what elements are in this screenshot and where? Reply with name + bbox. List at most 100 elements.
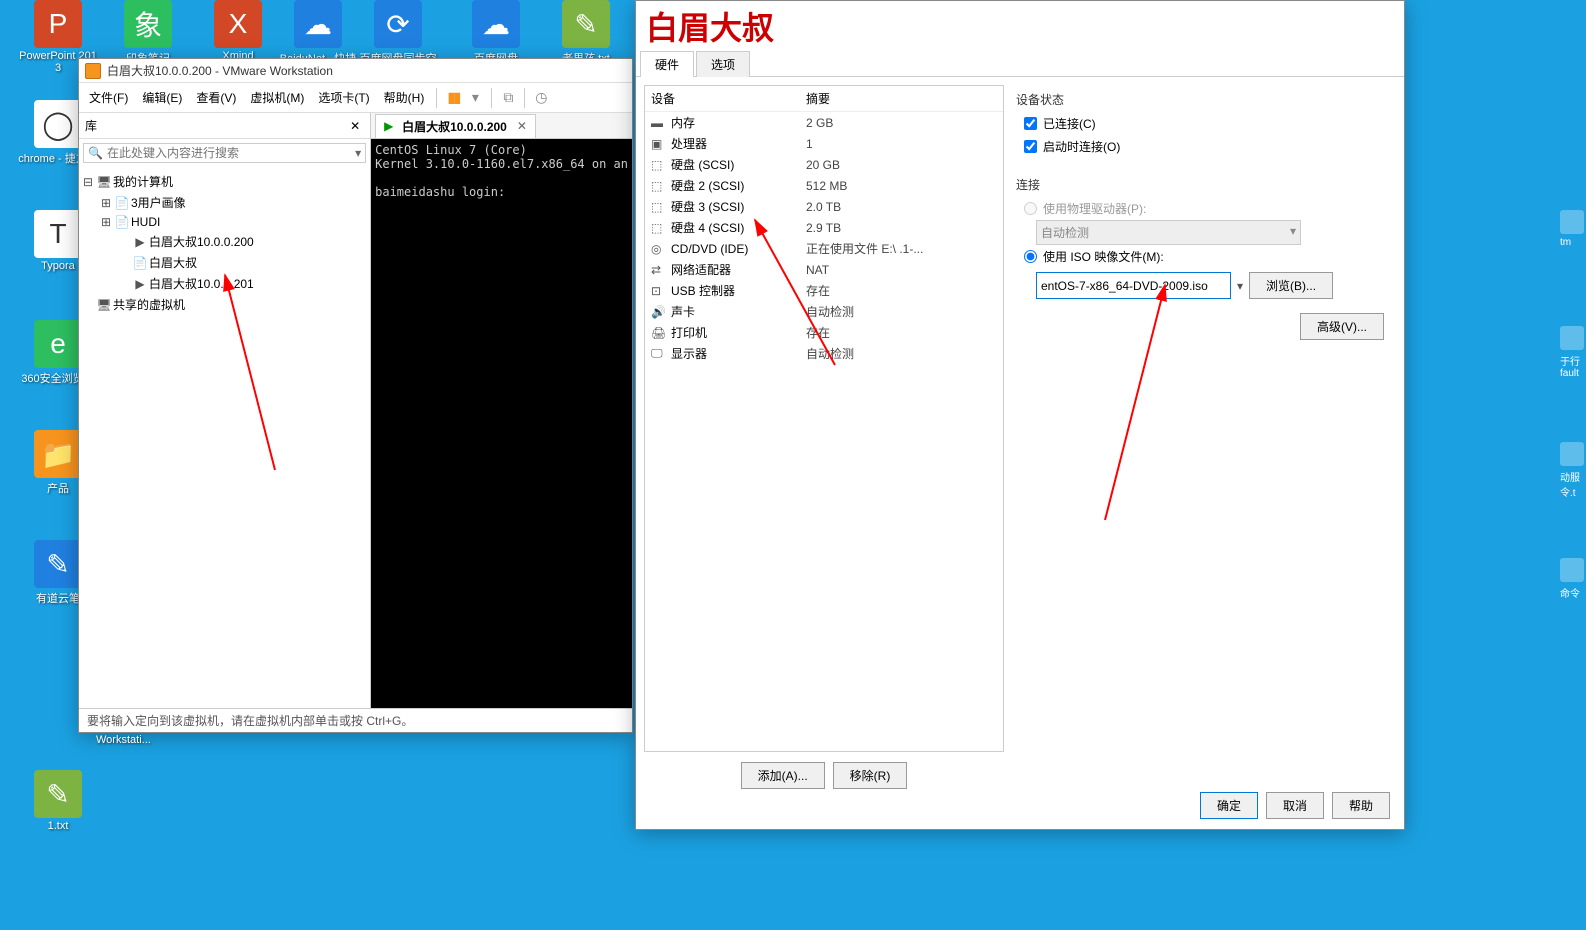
col-summary: 摘要 xyxy=(806,90,997,107)
menu-item[interactable]: 查看(V) xyxy=(190,85,242,110)
vm-tree: ⊟🖥我的计算机⊞📄3用户画像⊞📄HUDI▶白眉大叔10.0.0.200📄白眉大叔… xyxy=(79,167,370,708)
search-input[interactable] xyxy=(107,146,355,160)
app-icon: ◯ xyxy=(34,100,82,148)
advanced-button[interactable]: 高级(V)... xyxy=(1300,313,1384,340)
app-icon: e xyxy=(34,320,82,368)
icon-label: 动服令.t xyxy=(1560,469,1586,499)
device-icon: 🖨 xyxy=(651,326,671,340)
hardware-row[interactable]: 🖵显示器自动检测 xyxy=(645,343,1003,364)
tree-node[interactable]: ⊞📄3用户画像 xyxy=(81,192,368,213)
help-button[interactable]: 帮助 xyxy=(1332,792,1390,819)
menu-item[interactable]: 选项卡(T) xyxy=(312,85,375,110)
menu-item[interactable]: 编辑(E) xyxy=(136,85,188,110)
app-icon: ✎ xyxy=(34,770,82,818)
menu-item[interactable]: 帮助(H) xyxy=(378,85,431,110)
pause-icon[interactable]: ▮▮ xyxy=(443,88,463,108)
physical-drive-label: 使用物理驱动器(P): xyxy=(1043,200,1146,217)
hardware-row[interactable]: 🖨打印机存在 xyxy=(645,322,1003,343)
clipped-desktop-icon[interactable]: 动服令.t xyxy=(1560,442,1586,498)
app-icon: ☁ xyxy=(472,0,520,48)
hardware-row[interactable]: ⇄网络适配器NAT xyxy=(645,259,1003,280)
tree-item-label: 白眉大叔 xyxy=(149,254,197,271)
clipped-desktop-icon[interactable]: 于行fault xyxy=(1560,326,1586,382)
clipped-desktop-icon[interactable]: 命令 xyxy=(1560,558,1586,614)
desktop-icon[interactable]: ✎老男孩.txt xyxy=(546,0,626,66)
device-summary: 1 xyxy=(806,137,997,151)
right-edge-icons: tm 于行fault 动服令.t 命令 xyxy=(1556,0,1586,930)
hardware-row[interactable]: ◎CD/DVD (IDE)正在使用文件 E:\ .1-... xyxy=(645,238,1003,259)
hardware-row[interactable]: ⬚硬盘 3 (SCSI)2.0 TB xyxy=(645,196,1003,217)
device-icon: ⬚ xyxy=(651,221,671,235)
console-output[interactable]: CentOS Linux 7 (Core) Kernel 3.10.0-1160… xyxy=(371,139,632,708)
device-icon: ⬚ xyxy=(651,179,671,193)
chevron-down-icon[interactable]: ▾ xyxy=(1237,279,1243,293)
hardware-row[interactable]: ⊡USB 控制器存在 xyxy=(645,280,1003,301)
tree-item-icon: 🖥 xyxy=(95,298,113,312)
menu-item[interactable]: 虚拟机(M) xyxy=(244,85,310,110)
device-summary: 自动检测 xyxy=(806,303,997,320)
tab-hardware[interactable]: 硬件 xyxy=(640,51,694,77)
titlebar[interactable]: 白眉大叔10.0.0.200 - VMware Workstation xyxy=(79,59,632,83)
tree-node[interactable]: ▶白眉大叔10.0.0.200 xyxy=(81,231,368,252)
connect-at-power-checkbox[interactable] xyxy=(1024,140,1037,153)
hardware-row[interactable]: 🔊声卡自动检测 xyxy=(645,301,1003,322)
snapshot-icon[interactable]: ⧉ xyxy=(498,88,518,108)
library-title: 库 xyxy=(85,117,346,134)
cancel-button[interactable]: 取消 xyxy=(1266,792,1324,819)
hardware-list: 设备 摘要 ▬内存2 GB▣处理器1⬚硬盘 (SCSI)20 GB⬚硬盘 2 (… xyxy=(644,85,1004,752)
desktop-icon[interactable]: ✎1.txt xyxy=(18,770,98,832)
hardware-row[interactable]: ⬚硬盘 2 (SCSI)512 MB xyxy=(645,175,1003,196)
hardware-row[interactable]: ⬚硬盘 4 (SCSI)2.9 TB xyxy=(645,217,1003,238)
connected-label: 已连接(C) xyxy=(1043,115,1096,132)
search-dropdown-icon[interactable]: ▾ xyxy=(355,146,361,160)
tree-node[interactable]: ⊟🖥我的计算机 xyxy=(81,171,368,192)
device-icon: ⊡ xyxy=(651,284,671,298)
device-summary: 2.0 TB xyxy=(806,200,997,214)
tab-options[interactable]: 选项 xyxy=(696,51,750,77)
device-name: 处理器 xyxy=(671,135,806,152)
library-search[interactable]: 🔍 ▾ xyxy=(83,143,366,163)
desktop-icon[interactable]: ☁百度网盘 xyxy=(456,0,536,66)
tab-close-icon[interactable]: ✕ xyxy=(517,119,527,133)
device-icon: ⇄ xyxy=(651,263,671,277)
console-panel: ▶ 白眉大叔10.0.0.200 ✕ CentOS Linux 7 (Core)… xyxy=(371,113,632,708)
dropdown-icon[interactable]: ▾ xyxy=(465,88,485,108)
library-close-icon[interactable]: ✕ xyxy=(346,119,364,133)
tree-node[interactable]: 📄白眉大叔 xyxy=(81,252,368,273)
tree-twisty-icon[interactable]: ⊞ xyxy=(99,196,113,210)
clipped-desktop-icon[interactable]: tm xyxy=(1560,210,1586,266)
menu-item[interactable]: 文件(F) xyxy=(83,85,134,110)
tab-label: 白眉大叔10.0.0.200 xyxy=(402,118,507,135)
ok-button[interactable]: 确定 xyxy=(1200,792,1258,819)
app-icon xyxy=(1560,442,1584,466)
tree-item-label: 白眉大叔10.0.0.200 xyxy=(149,233,254,250)
clock-icon[interactable]: ◷ xyxy=(531,88,551,108)
tree-item-icon: 📄 xyxy=(131,256,149,270)
icon-label: 命令 xyxy=(1560,585,1586,600)
physical-drive-radio xyxy=(1024,202,1037,215)
desktop-icon[interactable]: XXmind xyxy=(198,0,278,62)
tree-twisty-icon[interactable]: ⊞ xyxy=(99,215,113,229)
tree-node[interactable]: 🖥共享的虚拟机 xyxy=(81,294,368,315)
tree-twisty-icon[interactable]: ⊟ xyxy=(81,175,95,189)
dialog-title: 白眉大叔 xyxy=(636,1,1404,51)
add-button[interactable]: 添加(A)... xyxy=(741,762,825,789)
vmware-window: 白眉大叔10.0.0.200 - VMware Workstation 文件(F… xyxy=(78,58,633,733)
device-summary: 正在使用文件 E:\ .1-... xyxy=(806,240,997,257)
tree-node[interactable]: ⊞📄HUDI xyxy=(81,213,368,231)
hardware-row[interactable]: ⬚硬盘 (SCSI)20 GB xyxy=(645,154,1003,175)
iso-path-input[interactable] xyxy=(1036,272,1231,299)
app-icon: X xyxy=(214,0,262,48)
connect-at-power-label: 启动时连接(O) xyxy=(1043,138,1120,155)
tree-node[interactable]: ▶白眉大叔10.0.0.201 xyxy=(81,273,368,294)
desktop-icon[interactable]: 象印象笔记 xyxy=(108,0,188,66)
vm-tab[interactable]: ▶ 白眉大叔10.0.0.200 ✕ xyxy=(375,114,536,138)
hardware-row[interactable]: ▬内存2 GB xyxy=(645,112,1003,133)
hardware-row[interactable]: ▣处理器1 xyxy=(645,133,1003,154)
taskbar-caption: Workstati... xyxy=(96,734,151,746)
iso-file-radio[interactable] xyxy=(1024,250,1037,263)
remove-button[interactable]: 移除(R) xyxy=(833,762,908,789)
browse-button[interactable]: 浏览(B)... xyxy=(1249,272,1333,299)
device-summary: 512 MB xyxy=(806,179,997,193)
connected-checkbox[interactable] xyxy=(1024,117,1037,130)
